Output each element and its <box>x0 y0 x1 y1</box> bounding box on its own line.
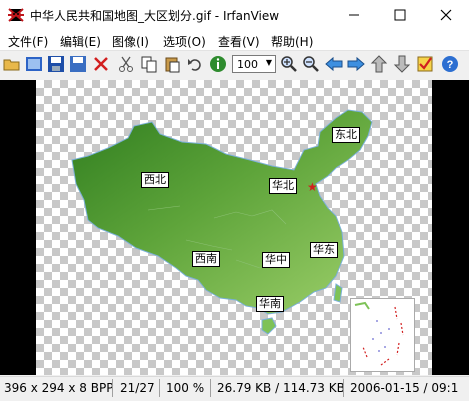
minimize-button[interactable] <box>331 0 377 30</box>
cut-icon[interactable] <box>117 55 135 73</box>
delete-icon[interactable] <box>92 55 110 73</box>
toolbar: 100 ▼ ? <box>0 50 469 79</box>
menu-edit[interactable]: 编辑(E) <box>60 33 101 50</box>
last-image-icon[interactable] <box>393 55 411 73</box>
open-folder-icon[interactable] <box>3 55 21 73</box>
zoom-select[interactable]: 100 ▼ <box>232 55 276 73</box>
zoom-in-icon[interactable] <box>280 55 298 73</box>
title-bar: 中华人民共和国地图_大区划分.gif - IrfanView <box>0 0 469 30</box>
copy-icon[interactable] <box>140 55 158 73</box>
south-china-sea-map <box>354 301 404 366</box>
menu-file[interactable]: 文件(F) <box>8 33 48 50</box>
options-checklist-icon[interactable] <box>416 55 434 73</box>
first-image-icon[interactable] <box>370 55 388 73</box>
status-bar: 396 x 294 x 8 BPP 21/27 100 % 26.79 KB /… <box>0 376 469 401</box>
menu-bar: 文件(F) 编辑(E) 图像(I) 选项(O) 查看(V) 帮助(H) <box>0 30 469 50</box>
menu-image[interactable]: 图像(I) <box>112 33 149 50</box>
paste-icon[interactable] <box>163 55 181 73</box>
capital-star-icon: ★ <box>307 180 318 194</box>
thumbnails-icon[interactable] <box>25 55 43 73</box>
status-zoom: 100 % <box>166 381 205 395</box>
status-separator <box>112 379 113 397</box>
info-icon[interactable] <box>209 55 227 73</box>
zoom-out-icon[interactable] <box>302 55 320 73</box>
irfanview-cat-icon <box>8 8 24 22</box>
region-label-central: 华中 <box>262 252 290 268</box>
window-title: 中华人民共和国地图_大区划分.gif - IrfanView <box>30 9 280 23</box>
minimize-icon <box>349 14 359 16</box>
status-index: 21/27 <box>120 381 155 395</box>
save-icon[interactable] <box>47 55 65 73</box>
help-icon[interactable]: ? <box>441 55 459 73</box>
maximize-button[interactable] <box>377 0 423 30</box>
status-separator <box>210 379 211 397</box>
region-label-south: 华南 <box>256 296 284 312</box>
status-separator <box>159 379 160 397</box>
south-china-sea-inset <box>350 298 415 372</box>
status-separator <box>343 379 344 397</box>
close-icon <box>440 9 452 21</box>
image-canvas[interactable]: ★ 东北 西北 华北 西南 华中 华东 华南 <box>0 80 469 375</box>
previous-image-icon[interactable] <box>325 55 343 73</box>
menu-options[interactable]: 选项(O) <box>163 33 206 50</box>
undo-icon[interactable] <box>186 55 204 73</box>
status-dimensions: 396 x 294 x 8 BPP <box>4 381 114 395</box>
region-label-southwest: 西南 <box>192 251 220 267</box>
next-image-icon[interactable] <box>347 55 365 73</box>
menu-view[interactable]: 查看(V) <box>218 33 260 50</box>
region-label-northeast: 东北 <box>332 127 360 143</box>
status-datetime: 2006-01-15 / 09:1 <box>350 381 459 395</box>
save-as-icon[interactable] <box>69 55 87 73</box>
maximize-icon <box>394 9 406 21</box>
zoom-select-value: 100 <box>237 58 258 71</box>
close-button[interactable] <box>423 0 469 30</box>
region-label-east: 华东 <box>310 242 338 258</box>
region-label-northwest: 西北 <box>141 172 169 188</box>
status-filesize: 26.79 KB / 114.73 KB <box>217 381 345 395</box>
svg-text:?: ? <box>447 59 454 71</box>
chevron-down-icon: ▼ <box>265 58 272 67</box>
menu-help[interactable]: 帮助(H) <box>271 33 313 50</box>
region-label-north: 华北 <box>269 178 297 194</box>
